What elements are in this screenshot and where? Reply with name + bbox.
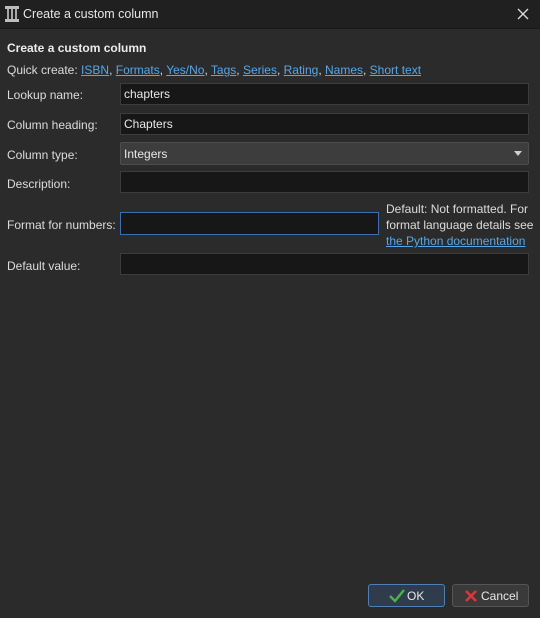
default-value-input[interactable] — [120, 253, 529, 275]
description-input[interactable] — [120, 171, 529, 193]
format-numbers-label: Format for numbers: — [7, 218, 116, 232]
chevron-down-icon — [514, 151, 522, 156]
column-type-label: Column type: — [7, 148, 78, 162]
column-heading-input[interactable]: Chapters — [120, 113, 529, 135]
calibre-library-icon — [5, 6, 19, 22]
quick-create-tags[interactable]: Tags — [211, 63, 236, 77]
quick-create-names[interactable]: Names — [325, 63, 363, 77]
default-value-label: Default value: — [7, 259, 81, 273]
cancel-button[interactable]: Cancel — [452, 584, 529, 607]
column-heading-label: Column heading: — [7, 118, 98, 132]
column-type-select[interactable]: Integers — [120, 142, 529, 165]
quick-create-rating[interactable]: Rating — [284, 63, 319, 77]
format-help-description: Default: Not formatted. For format langu… — [386, 202, 534, 232]
quick-create-formats[interactable]: Formats — [116, 63, 160, 77]
format-help-text: Default: Not formatted. For format langu… — [386, 201, 536, 249]
format-numbers-input[interactable] — [120, 212, 379, 235]
dialog-heading: Create a custom column — [7, 41, 147, 55]
lookup-name-input[interactable]: chapters — [120, 83, 529, 105]
python-documentation-link[interactable]: the Python documentation — [386, 234, 525, 248]
close-button[interactable] — [512, 3, 534, 25]
quick-create-row: Quick create: ISBN, Formats, Yes/No, Tag… — [7, 63, 422, 77]
ok-button[interactable]: OK — [368, 584, 445, 607]
quick-create-label: Quick create: — [7, 63, 78, 77]
quick-create-short-text[interactable]: Short text — [370, 63, 421, 77]
cancel-x-icon — [465, 590, 477, 602]
quick-create-isbn[interactable]: ISBN — [81, 63, 109, 77]
description-label: Description: — [7, 177, 71, 191]
quick-create-yes-no[interactable]: Yes/No — [166, 63, 204, 77]
cancel-button-label: Cancel — [481, 589, 519, 603]
window-title: Create a custom column — [23, 7, 159, 21]
ok-button-label: OK — [407, 589, 425, 603]
checkmark-icon — [389, 589, 405, 603]
close-icon — [517, 8, 529, 20]
column-type-value: Integers — [124, 147, 168, 161]
quick-create-series[interactable]: Series — [243, 63, 277, 77]
title-bar: Create a custom column — [0, 0, 540, 29]
lookup-name-label: Lookup name: — [7, 88, 84, 102]
